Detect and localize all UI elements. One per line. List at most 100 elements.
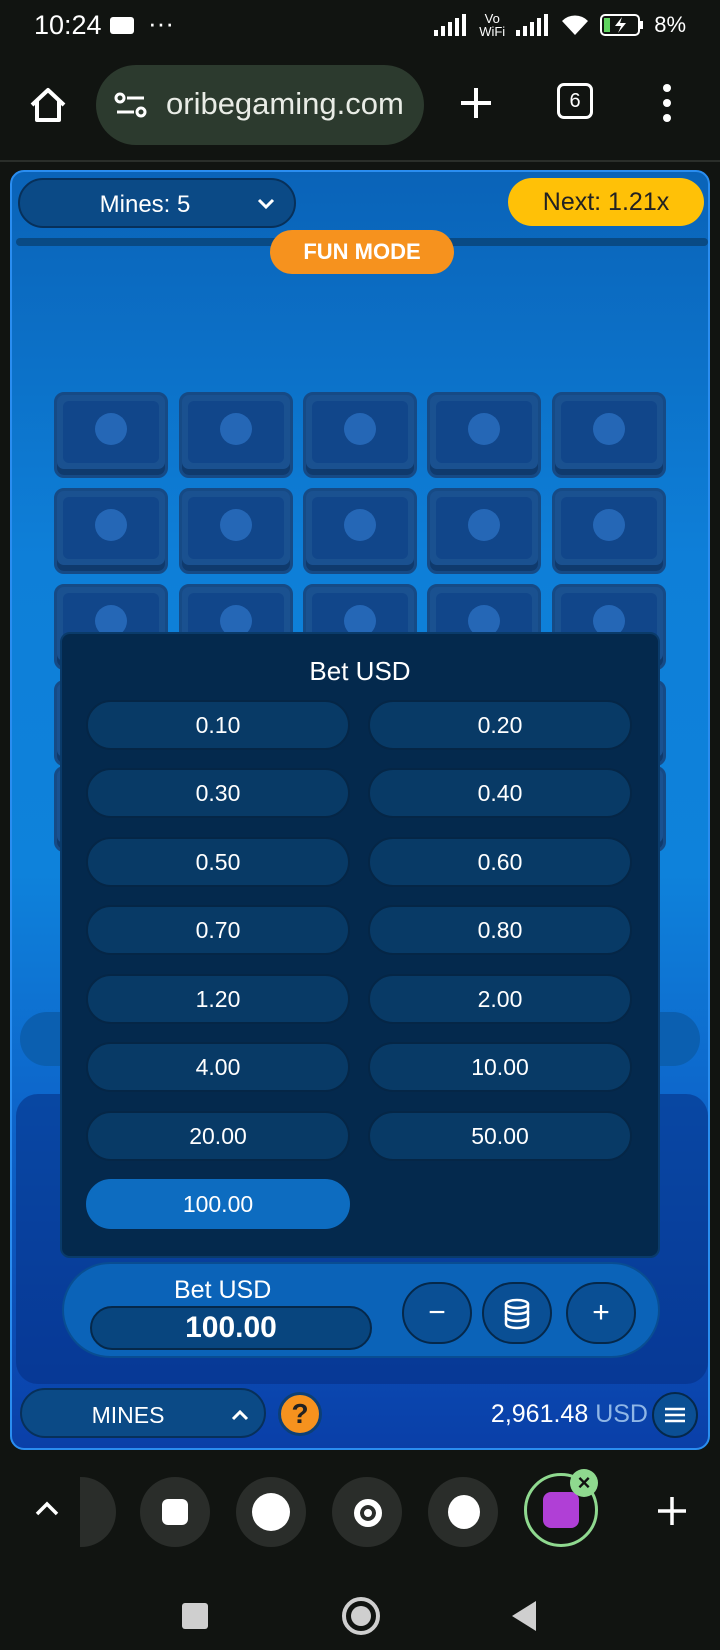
game-select[interactable]: MINES [20, 1388, 266, 1438]
bet-option[interactable]: 4.00 [86, 1042, 350, 1092]
balance-currency: USD [595, 1400, 648, 1428]
add-tab-icon[interactable] [656, 1495, 688, 1527]
home-icon[interactable] [28, 85, 68, 125]
status-indicators: Vo WiFi 8% [434, 12, 686, 38]
next-multiplier-badge: Next: 1.21x [508, 178, 704, 226]
status-time: 10:24 [34, 10, 102, 40]
tile-dot-icon [468, 412, 500, 445]
tile-dot-icon [344, 508, 376, 541]
mines-count-label: Mines: 5 [99, 191, 191, 218]
home-nav-icon[interactable] [342, 1597, 380, 1635]
fun-mode-badge: FUN MODE [270, 230, 454, 274]
chevron-up-icon[interactable] [34, 1499, 60, 1517]
game-select-label: MINES [91, 1402, 165, 1428]
tab-switcher-button[interactable]: 6 [557, 83, 593, 119]
globe-icon [354, 1499, 382, 1527]
tile-dot-icon [593, 508, 625, 541]
tile[interactable] [303, 488, 417, 574]
help-icon: ? [291, 1398, 309, 1429]
bet-option[interactable]: 0.80 [368, 905, 632, 955]
tile[interactable] [552, 392, 666, 478]
battery-charging-icon [600, 14, 644, 36]
tile-dot-icon [220, 508, 252, 541]
tab-thumbnail[interactable] [140, 1477, 210, 1547]
bet-option-selected[interactable]: 100.00 [86, 1179, 350, 1229]
tile[interactable] [54, 392, 168, 478]
tab-thumbnail-partial[interactable] [80, 1477, 116, 1547]
tile-dot-icon [95, 412, 127, 445]
bet-option[interactable]: 0.70 [86, 905, 350, 955]
more-notifications-icon: ··· [148, 8, 174, 38]
browser-toolbar: oribegaming.com 6 [0, 55, 720, 162]
mines-game: Mines: 5 Next: 1.21x FUN MODE Bet USD 0.… [10, 170, 710, 1450]
tile[interactable] [303, 392, 417, 478]
bet-option[interactable]: 0.50 [86, 837, 350, 887]
bet-option[interactable]: 20.00 [86, 1111, 350, 1161]
tile[interactable] [54, 488, 168, 574]
tab-thumbnail[interactable] [236, 1477, 306, 1547]
tile-dot-icon [468, 508, 500, 541]
plus-icon: + [592, 1296, 610, 1329]
tab-strip: × [0, 1455, 720, 1565]
dice-site-icon [543, 1492, 579, 1528]
tab-thumbnail[interactable] [332, 1477, 402, 1547]
bet-option[interactable]: 0.40 [368, 768, 632, 818]
site-settings-icon[interactable] [114, 91, 148, 119]
tile[interactable] [179, 392, 293, 478]
tile[interactable] [427, 488, 541, 574]
minus-icon: − [428, 1296, 446, 1329]
tile-dot-icon [593, 412, 625, 445]
bet-dropdown-title: Bet USD [309, 656, 411, 686]
system-nav-bar [0, 1565, 720, 1650]
tile[interactable] [427, 392, 541, 478]
bet-control: Bet USD 100.00 − + [62, 1262, 660, 1358]
wifi-icon [562, 15, 589, 35]
chevron-up-icon [231, 1409, 249, 1421]
bet-option[interactable]: 2.00 [368, 974, 632, 1024]
url-text[interactable]: oribegaming.com [166, 86, 404, 122]
bet-option[interactable]: 10.00 [368, 1042, 632, 1092]
bet-option[interactable]: 0.60 [368, 837, 632, 887]
more-menu-icon[interactable] [662, 83, 672, 123]
signal-icon-2 [516, 14, 549, 36]
bet-option[interactable]: 0.20 [368, 700, 632, 750]
increase-bet-button[interactable]: + [566, 1282, 636, 1344]
coins-stack-icon [504, 1298, 530, 1330]
balance-display: 2,961.48 USD [491, 1400, 648, 1429]
vowifi-label: Vo WiFi [479, 11, 506, 39]
status-bar: 10:24 ··· Vo WiFi 8% [0, 0, 720, 55]
tab-thumbnail[interactable] [428, 1477, 498, 1547]
mines-count-select[interactable]: Mines: 5 [18, 178, 296, 228]
chevron-down-icon [257, 198, 275, 210]
recent-apps-icon[interactable] [182, 1603, 208, 1629]
bet-option[interactable]: 0.10 [86, 700, 350, 750]
bet-option[interactable]: 1.20 [86, 974, 350, 1024]
bet-amount-input[interactable]: 100.00 [90, 1306, 372, 1350]
tile[interactable] [179, 488, 293, 574]
video-camera-icon [110, 17, 134, 34]
tab-count: 6 [569, 90, 581, 112]
bet-option[interactable]: 50.00 [368, 1111, 632, 1161]
signal-icon [434, 14, 467, 36]
decrease-bet-button[interactable]: − [402, 1282, 472, 1344]
url-bar[interactable]: oribegaming.com [96, 65, 424, 145]
new-tab-icon[interactable] [458, 85, 494, 121]
close-tab-icon[interactable]: × [570, 1469, 598, 1497]
tile-dot-icon [95, 508, 127, 541]
balance-amount: 2,961.48 [490, 1400, 589, 1428]
battery-percent: 8% [654, 12, 686, 37]
tile-dot-icon [344, 412, 376, 445]
bet-amount-dropdown: Bet USD 0.10 0.20 0.30 0.40 0.50 0.60 0.… [60, 632, 660, 1258]
cube-icon [162, 1499, 188, 1525]
hamburger-menu-icon [665, 1407, 685, 1423]
help-button[interactable]: ? [278, 1392, 322, 1436]
back-nav-icon[interactable] [510, 1599, 538, 1633]
game-menu-button[interactable] [652, 1392, 698, 1438]
next-multiplier-label: Next: 1.21x [542, 188, 670, 216]
bet-label: Bet USD [174, 1276, 272, 1304]
bet-presets-button[interactable] [482, 1282, 552, 1344]
tile-dot-icon [220, 412, 252, 445]
bet-option[interactable]: 0.30 [86, 768, 350, 818]
tile[interactable] [552, 488, 666, 574]
site-s-icon [448, 1495, 480, 1529]
